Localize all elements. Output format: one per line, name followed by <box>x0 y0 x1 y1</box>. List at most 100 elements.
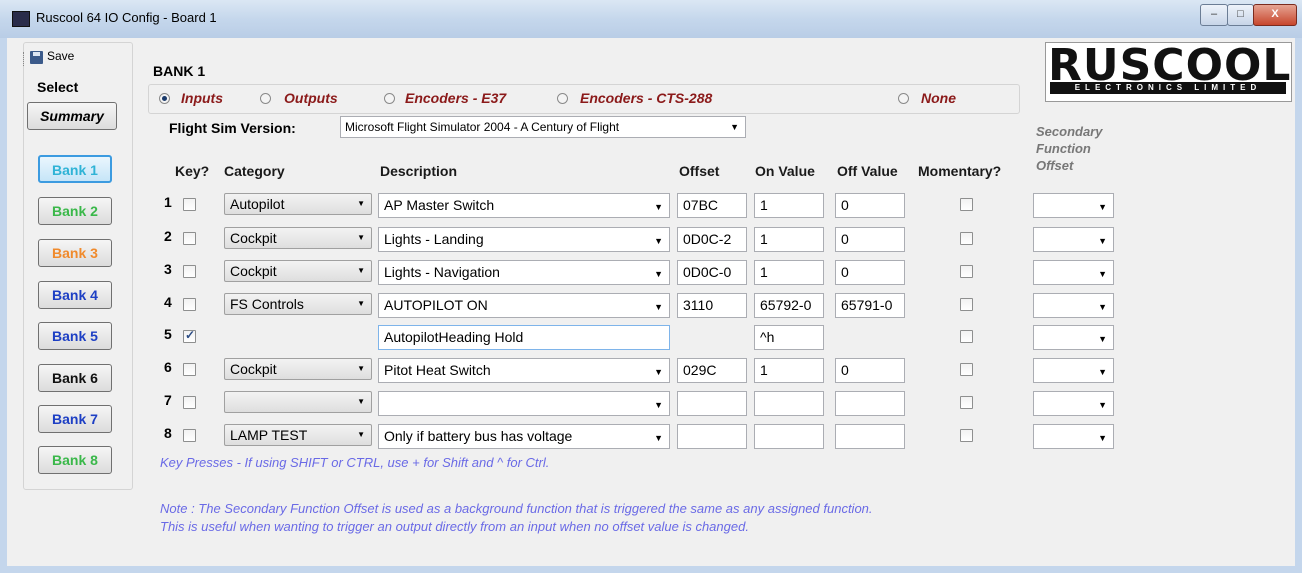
momentary-checkbox[interactable] <box>960 265 973 278</box>
radio-inputs[interactable] <box>159 93 170 104</box>
description-value: Pitot Heat Switch <box>384 362 491 378</box>
description-dropdown[interactable]: Pitot Heat Switch ▼ <box>378 358 670 383</box>
key-checkbox[interactable] <box>183 232 196 245</box>
category-dropdown[interactable]: Autopilot ▼ <box>224 193 372 215</box>
off-value-input[interactable]: 0 <box>835 227 905 252</box>
momentary-checkbox[interactable] <box>960 298 973 311</box>
bank-2-button[interactable]: Bank 2 <box>38 197 112 225</box>
offset-value: 3110 <box>683 297 714 313</box>
secondary-offset-dropdown[interactable]: ▼ <box>1033 193 1114 218</box>
offset-input[interactable]: 07BC <box>677 193 747 218</box>
offset-input[interactable]: 3110 <box>677 293 747 318</box>
description-value: AP Master Switch <box>384 197 495 213</box>
radio-label-outputs[interactable]: Outputs <box>284 90 338 106</box>
bank-8-button[interactable]: Bank 8 <box>38 446 112 474</box>
secondary-offset-dropdown[interactable]: ▼ <box>1033 293 1114 318</box>
on-value-input[interactable] <box>754 391 824 416</box>
save-button[interactable]: Save <box>47 49 74 63</box>
description-dropdown[interactable]: Only if battery bus has voltage ▼ <box>378 424 670 449</box>
radio-none[interactable] <box>898 93 909 104</box>
bank-3-button[interactable]: Bank 3 <box>38 239 112 267</box>
flight-sim-version-select[interactable]: Microsoft Flight Simulator 2004 - A Cent… <box>340 116 746 138</box>
momentary-checkbox[interactable] <box>960 330 973 343</box>
off-value-input[interactable]: 0 <box>835 358 905 383</box>
radio-label-encoders-cts-288[interactable]: Encoders - CTS-288 <box>580 90 712 106</box>
key-checkbox[interactable] <box>183 396 196 409</box>
chevron-down-icon: ▼ <box>357 233 365 242</box>
on-value-input[interactable]: 1 <box>754 193 824 218</box>
description-dropdown[interactable]: AUTOPILOT ON ▼ <box>378 293 670 318</box>
minimize-button[interactable]: – <box>1200 4 1228 26</box>
toolbar-grip <box>23 52 26 66</box>
bank-5-button[interactable]: Bank 5 <box>38 322 112 350</box>
offset-input[interactable]: 0D0C-2 <box>677 227 747 252</box>
secondary-offset-dropdown[interactable]: ▼ <box>1033 227 1114 252</box>
momentary-checkbox[interactable] <box>960 429 973 442</box>
on-value-input[interactable]: 1 <box>754 227 824 252</box>
offset-input[interactable] <box>677 424 747 449</box>
header-secondary-line2: Function <box>1036 141 1091 156</box>
key-checkbox[interactable] <box>183 198 196 211</box>
key-checkbox[interactable] <box>183 298 196 311</box>
secondary-offset-dropdown[interactable]: ▼ <box>1033 358 1114 383</box>
secondary-offset-dropdown[interactable]: ▼ <box>1033 424 1114 449</box>
key-checkbox[interactable] <box>183 429 196 442</box>
category-dropdown[interactable]: LAMP TEST ▼ <box>224 424 372 446</box>
select-label: Select <box>37 79 79 95</box>
on-value-input[interactable]: ^h <box>754 325 824 350</box>
off-value-input[interactable] <box>835 424 905 449</box>
chevron-down-icon: ▼ <box>654 302 663 312</box>
description-value: Lights - Landing <box>384 231 484 247</box>
floppy-disk-icon[interactable] <box>30 51 43 64</box>
chevron-down-icon: ▼ <box>357 364 365 373</box>
summary-button[interactable]: Summary <box>27 102 117 130</box>
bank-4-button[interactable]: Bank 4 <box>38 281 112 309</box>
bank-1-button[interactable]: Bank 1 <box>38 155 112 183</box>
offset-input[interactable]: 029C <box>677 358 747 383</box>
close-button[interactable]: X <box>1253 4 1297 26</box>
on-value: 1 <box>760 231 768 247</box>
description-dropdown[interactable]: Lights - Navigation ▼ <box>378 260 670 285</box>
momentary-checkbox[interactable] <box>960 232 973 245</box>
description-dropdown[interactable]: AP Master Switch ▼ <box>378 193 670 218</box>
radio-label-none[interactable]: None <box>921 90 956 106</box>
category-dropdown[interactable]: Cockpit ▼ <box>224 358 372 380</box>
description-dropdown[interactable]: Lights - Landing ▼ <box>378 227 670 252</box>
on-value-input[interactable]: 65792-0 <box>754 293 824 318</box>
on-value-input[interactable]: 1 <box>754 260 824 285</box>
radio-encoders-e37[interactable] <box>384 93 395 104</box>
radio-encoders-cts-288[interactable] <box>557 93 568 104</box>
momentary-checkbox[interactable] <box>960 396 973 409</box>
key-checkbox[interactable] <box>183 265 196 278</box>
radio-label-encoders-e37[interactable]: Encoders - E37 <box>405 90 506 106</box>
key-checkbox[interactable] <box>183 328 196 343</box>
secondary-offset-dropdown[interactable]: ▼ <box>1033 391 1114 416</box>
key-checkbox[interactable] <box>183 363 196 376</box>
radio-outputs[interactable] <box>260 93 271 104</box>
maximize-button[interactable]: □ <box>1227 4 1254 26</box>
on-value-input[interactable] <box>754 424 824 449</box>
chevron-down-icon: ▼ <box>1098 269 1107 279</box>
category-dropdown[interactable]: Cockpit ▼ <box>224 260 372 282</box>
offset-input[interactable] <box>677 391 747 416</box>
bank-6-button[interactable]: Bank 6 <box>38 364 112 392</box>
secondary-offset-dropdown[interactable]: ▼ <box>1033 325 1114 350</box>
off-value-input[interactable]: 0 <box>835 260 905 285</box>
category-dropdown[interactable]: Cockpit ▼ <box>224 227 372 249</box>
description-dropdown[interactable]: ▼ <box>378 391 670 416</box>
on-value: 1 <box>760 362 768 378</box>
category-dropdown[interactable]: FS Controls ▼ <box>224 293 372 315</box>
bank-7-button[interactable]: Bank 7 <box>38 405 112 433</box>
off-value-input[interactable]: 0 <box>835 193 905 218</box>
off-value-input[interactable]: 65791-0 <box>835 293 905 318</box>
offset-input[interactable]: 0D0C-0 <box>677 260 747 285</box>
momentary-checkbox[interactable] <box>960 363 973 376</box>
momentary-checkbox[interactable] <box>960 198 973 211</box>
window-frame-bottom <box>0 566 1302 573</box>
description-input[interactable]: AutopilotHeading Hold <box>378 325 670 350</box>
category-dropdown[interactable]: ▼ <box>224 391 372 413</box>
radio-label-inputs[interactable]: Inputs <box>181 90 223 106</box>
on-value-input[interactable]: 1 <box>754 358 824 383</box>
off-value-input[interactable] <box>835 391 905 416</box>
secondary-offset-dropdown[interactable]: ▼ <box>1033 260 1114 285</box>
